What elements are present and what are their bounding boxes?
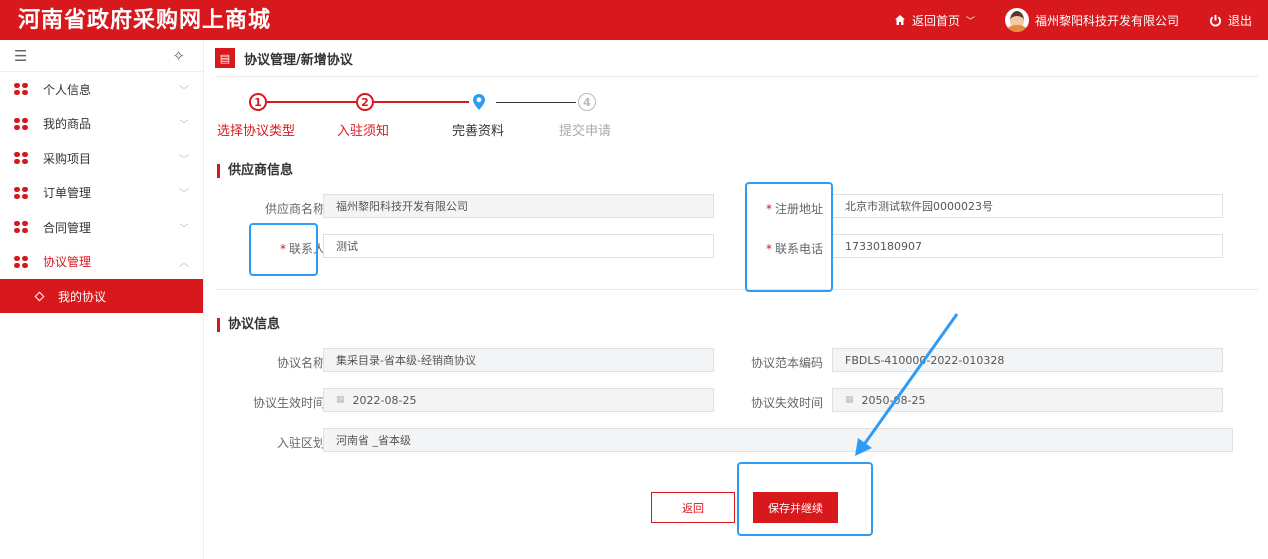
logout-button[interactable]: 退出 [1209, 12, 1252, 29]
start-date-field: ▦ 2022-08-25 [323, 388, 714, 412]
phone-field[interactable]: 17330180907 [832, 234, 1223, 258]
main-content: ▤ 协议管理/新增协议 1 2 4 选择协议类型 入驻须知 完善资料 提交申请 … [215, 40, 1258, 559]
top-bar: 河南省政府采购网上商城 返回首页 ﹀ 福州黎阳科技开发有限公司 退出 [0, 0, 1268, 40]
step-1-label: 选择协议类型 [217, 124, 296, 139]
home-icon [894, 15, 905, 25]
step-2-label: 入驻须知 [337, 124, 390, 139]
supplier-name-label: 供应商名称 [264, 202, 325, 216]
chevron-down-icon: ﹀ [179, 154, 189, 166]
step-1-node: 1 [249, 93, 267, 111]
sidebar-item-orders[interactable]: 订单管理 ﹀ [0, 176, 203, 211]
top-right-menu: 返回首页 ﹀ 福州黎阳科技开发有限公司 退出 [894, 0, 1252, 40]
contact-field[interactable]: 测试 [323, 234, 714, 258]
logout-label: 退出 [1227, 13, 1252, 28]
agreement-section-title: 协议信息 [217, 318, 280, 332]
step-3-label: 完善资料 [452, 124, 505, 139]
diamond-icon [34, 291, 45, 301]
step-indicator: 1 2 4 选择协议类型 入驻须知 完善资料 提交申请 [215, 93, 635, 139]
sidebar-item-label: 采购项目 [43, 151, 92, 166]
step-connector [374, 101, 469, 103]
menu-icon [14, 186, 28, 199]
menu-icon [14, 255, 28, 268]
region-field: 河南省 _省本级 [323, 428, 1233, 452]
supplier-section-title: 供应商信息 [217, 164, 293, 178]
sidebar-item-my-products[interactable]: 我的商品 ﹀ [0, 107, 203, 142]
sidebar-item-contracts[interactable]: 合同管理 ﹀ [0, 210, 203, 245]
step-4-label: 提交申请 [559, 124, 612, 139]
sidebar-item-personal-info[interactable]: 个人信息 ﹀ [0, 72, 203, 107]
sidebar: ☰ ✧ 个人信息 ﹀ 我的商品 ﹀ 采购项目 ﹀ 订单管理 ﹀ 合同管理 ﹀ 协… [0, 40, 204, 559]
site-title: 河南省政府采购网上商城 [18, 7, 272, 33]
user-menu[interactable]: 福州黎阳科技开发有限公司 [1004, 8, 1179, 32]
chevron-down-icon: ﹀ [179, 189, 189, 201]
sidebar-item-label: 协议管理 [43, 255, 92, 270]
home-link-label: 返回首页 [911, 13, 960, 28]
start-date-label: 协议生效时间 [252, 396, 325, 410]
step-2-node: 2 [356, 93, 374, 111]
chevron-up-icon: ︿ [179, 258, 189, 270]
step-4-node: 4 [578, 93, 596, 111]
highlight-box-contact [249, 223, 318, 276]
menu-icon [14, 221, 28, 234]
sidebar-item-procurement[interactable]: 采购项目 ﹀ [0, 141, 203, 176]
back-button[interactable]: 返回 [651, 492, 735, 523]
menu-icon [14, 83, 28, 96]
region-label: 入驻区划 [276, 436, 325, 450]
sidebar-item-label: 合同管理 [43, 220, 92, 235]
sidebar-subitem-my-agreements[interactable]: 我的协议 [0, 279, 203, 313]
chevron-down-icon: ﹀ [179, 85, 189, 97]
sidebar-item-label: 我的商品 [43, 117, 92, 132]
collapse-menu-icon[interactable]: ☰ [14, 47, 27, 65]
avatar [1004, 8, 1029, 32]
annotation-arrow-icon [855, 313, 959, 456]
menu-icon [14, 152, 28, 165]
location-pin-icon [473, 94, 485, 110]
menu-icon [14, 117, 28, 130]
company-name: 福州黎阳科技开发有限公司 [1034, 13, 1179, 28]
sidebar-item-agreements[interactable]: 协议管理 ︿ [0, 245, 203, 280]
document-icon: ▤ [215, 48, 235, 68]
address-field[interactable]: 北京市测试软件园0000023号 [832, 194, 1223, 218]
sidebar-subitem-label: 我的协议 [58, 289, 107, 304]
highlight-box-save [737, 462, 873, 536]
chevron-down-icon: ﹀ [179, 120, 189, 132]
step-connector [496, 102, 576, 103]
end-date-label: 协议失效时间 [750, 396, 823, 410]
agreement-code-label: 协议范本编码 [750, 356, 823, 370]
chevron-down-icon: ﹀ [965, 16, 975, 27]
sidebar-item-label: 个人信息 [43, 82, 92, 97]
sidebar-toolbar: ☰ ✧ [0, 40, 203, 72]
home-link[interactable]: 返回首页 ﹀ [894, 12, 975, 29]
calendar-icon: ▦ [336, 395, 345, 405]
pin-icon[interactable]: ✧ [172, 47, 185, 65]
agreement-name-field: 集采目录-省本级-经销商协议 [323, 348, 714, 372]
supplier-name-field: 福州黎阳科技开发有限公司 [323, 194, 714, 218]
chevron-down-icon: ﹀ [179, 223, 189, 235]
highlight-box-address-phone [745, 182, 833, 292]
step-connector [267, 101, 356, 103]
breadcrumb: ▤ 协议管理/新增协议 [215, 40, 1258, 77]
start-date-value: 2022-08-25 [352, 393, 417, 407]
section-divider [215, 289, 1258, 290]
sidebar-item-label: 订单管理 [43, 186, 92, 201]
agreement-name-label: 协议名称 [276, 356, 325, 370]
breadcrumb-text: 协议管理/新增协议 [244, 52, 353, 68]
power-icon [1209, 14, 1221, 26]
